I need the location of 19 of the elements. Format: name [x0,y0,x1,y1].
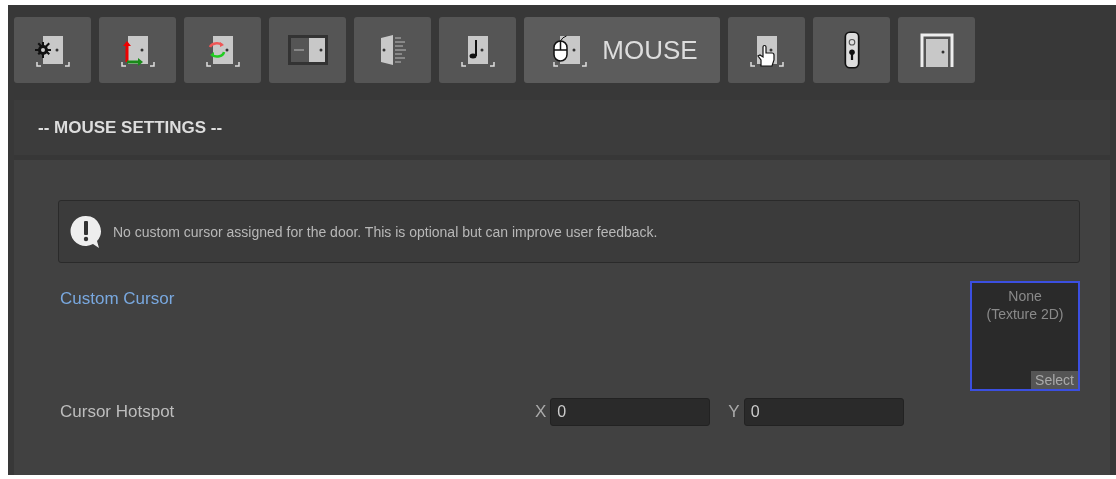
section-title: -- MOUSE SETTINGS -- [38,117,223,138]
input-field[interactable]: 0 [550,398,711,426]
toolbar-tab[interactable] [898,17,975,83]
texture-value: None (Texture 2D) [986,287,1064,324]
exclamation-icon [69,213,103,250]
field-label: Custom Cursor [60,289,175,310]
notice-text: No custom cursor assigned for the door. This is optional but can improve user feedback. [113,223,658,240]
texture-field[interactable]: None (Texture 2D) Select [970,281,1080,391]
field-label: Cursor Hotspot [60,402,176,422]
toolbar-tab[interactable] [14,17,91,83]
select-button[interactable]: Select [1031,371,1078,389]
input-field[interactable]: 0 [743,398,904,426]
toolbar-tab[interactable]: MOUSE [524,17,720,83]
toolbar-tab[interactable] [728,17,805,83]
toolbar-tab[interactable] [813,17,890,83]
toolbar-tab[interactable] [269,17,346,83]
axis-label: Y [728,402,740,422]
axis-label: X [535,402,547,422]
keyhole-icon [842,30,861,70]
